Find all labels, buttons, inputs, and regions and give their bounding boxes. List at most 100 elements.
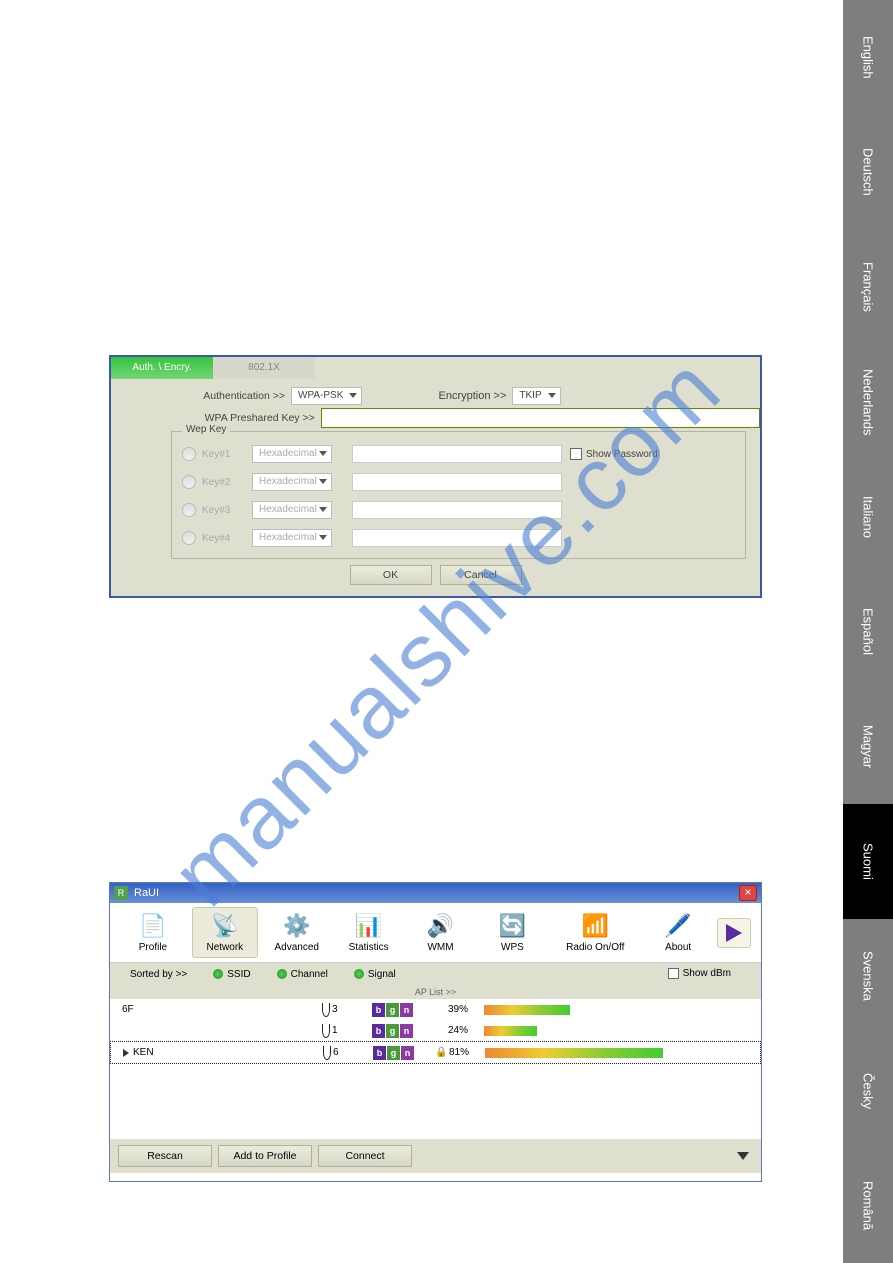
lang-tab-cesky[interactable]: Česky	[843, 1033, 893, 1148]
cancel-button[interactable]: Cancel	[440, 565, 522, 585]
close-icon[interactable]: ×	[739, 885, 757, 901]
b-badge: b	[372, 1003, 385, 1017]
g-badge: g	[386, 1003, 399, 1017]
expand-button[interactable]	[717, 918, 751, 948]
antenna-icon	[323, 1046, 331, 1060]
ap-row[interactable]: 6F 3 bgn 39%	[110, 999, 761, 1020]
encryption-label: Encryption >>	[422, 390, 512, 402]
wmm-icon: 🔊	[426, 912, 456, 940]
tb-wmm[interactable]: 🔊 WMM	[408, 908, 474, 957]
window-title: RaUI	[134, 887, 159, 899]
wep-key3-radio[interactable]	[182, 503, 196, 517]
chevron-down-icon	[548, 393, 556, 398]
raui-window: R RaUI × 📄 Profile 📡 Network ⚙️ Advanced…	[109, 882, 762, 1182]
chevron-down-icon	[319, 507, 327, 512]
footer-buttons: Rescan Add to Profile Connect	[110, 1139, 761, 1173]
ap-list: 6F 3 bgn 39% 1 bgn 24% KEN 6 bgn 🔒 81%	[110, 999, 761, 1139]
tb-advanced[interactable]: ⚙️ Advanced	[264, 908, 330, 957]
wep-key3-mode-dropdown[interactable]: Hexadecimal	[252, 501, 332, 519]
wep-key2-mode-dropdown[interactable]: Hexadecimal	[252, 473, 332, 491]
wep-key4-mode-dropdown[interactable]: Hexadecimal	[252, 529, 332, 547]
wep-key3-label: Key#3	[202, 505, 252, 516]
wep-key1-label: Key#1	[202, 449, 252, 460]
signal-pct: 81%	[449, 1047, 485, 1058]
wep-key3-input[interactable]	[352, 501, 562, 519]
wep-key4-radio[interactable]	[182, 531, 196, 545]
show-dbm-toggle[interactable]: Show dBm	[668, 968, 731, 979]
tb-statistics[interactable]: 📊 Statistics	[336, 908, 402, 957]
triangle-marker-icon	[123, 1049, 129, 1057]
tb-wps[interactable]: 🔄 WPS	[479, 908, 545, 957]
lang-tab-suomi[interactable]: Suomi	[843, 804, 893, 919]
titlebar: R RaUI ×	[110, 883, 761, 903]
wep-key2-input[interactable]	[352, 473, 562, 491]
lang-tab-nederlands[interactable]: Nederlands	[843, 344, 893, 459]
statistics-icon: 📊	[354, 912, 384, 940]
tb-network[interactable]: 📡 Network	[192, 907, 258, 958]
auth-row: Authentication >> WPA-PSK Encryption >> …	[111, 379, 760, 405]
lang-tab-espanol[interactable]: Español	[843, 574, 893, 689]
n-badge: n	[401, 1046, 414, 1060]
ap-ssid: 6F	[122, 1004, 134, 1015]
ap-ssid: KEN	[133, 1047, 154, 1058]
sort-signal[interactable]: Signal	[354, 969, 396, 980]
wep-key1-input[interactable]	[352, 445, 562, 463]
antenna-icon	[322, 1003, 330, 1017]
wep-key2-label: Key#2	[202, 477, 252, 488]
checkbox-icon	[570, 448, 582, 460]
lang-tab-english[interactable]: English	[843, 0, 893, 115]
lang-tab-deutsch[interactable]: Deutsch	[843, 115, 893, 230]
wep-key1-mode-dropdown[interactable]: Hexadecimal	[252, 445, 332, 463]
tb-about[interactable]: 🖊️ About	[645, 908, 711, 957]
lock-icon: 🔒	[435, 1047, 449, 1058]
g-badge: g	[386, 1024, 399, 1038]
advanced-icon: ⚙️	[282, 912, 312, 940]
profile-icon: 📄	[138, 912, 168, 940]
wep-key-row-1: Key#1 Hexadecimal Show Password	[182, 440, 735, 468]
chevron-down-icon	[319, 451, 327, 456]
wep-key2-radio[interactable]	[182, 475, 196, 489]
ap-row-selected[interactable]: KEN 6 bgn 🔒 81%	[110, 1041, 761, 1064]
lang-tab-francais[interactable]: Français	[843, 230, 893, 345]
wep-key-row-2: Key#2 Hexadecimal	[182, 468, 735, 496]
wep-key1-radio[interactable]	[182, 447, 196, 461]
tab-auth-encry[interactable]: Auth. \ Encry.	[111, 357, 213, 379]
n-badge: n	[400, 1003, 413, 1017]
wep-key4-input[interactable]	[352, 529, 562, 547]
expand-down-icon[interactable]	[737, 1152, 749, 1160]
lang-tab-romana[interactable]: Română	[843, 1148, 893, 1263]
signal-pct: 24%	[448, 1025, 484, 1036]
authentication-dropdown[interactable]: WPA-PSK	[291, 387, 362, 405]
tb-profile[interactable]: 📄 Profile	[120, 908, 186, 957]
wep-legend: Wep Key	[182, 424, 230, 435]
lang-tab-italiano[interactable]: Italiano	[843, 459, 893, 574]
encryption-dropdown[interactable]: TKIP	[512, 387, 560, 405]
b-badge: b	[372, 1024, 385, 1038]
sorted-by-label: Sorted by >>	[130, 969, 187, 980]
signal-bar	[484, 1005, 704, 1015]
sort-ssid[interactable]: SSID	[213, 969, 250, 980]
tabs: Auth. \ Encry. 802.1X	[111, 357, 760, 379]
tb-radio-onoff[interactable]: 📶 Radio On/Off	[551, 908, 639, 957]
lang-tab-svenska[interactable]: Svenska	[843, 919, 893, 1034]
show-password-toggle[interactable]: Show Password	[570, 448, 658, 460]
ap-row[interactable]: 1 bgn 24%	[110, 1020, 761, 1041]
rescan-button[interactable]: Rescan	[118, 1145, 212, 1167]
ok-button[interactable]: OK	[350, 565, 432, 585]
wps-icon: 🔄	[497, 912, 527, 940]
ok-cancel-row: OK Cancel	[111, 559, 760, 585]
sort-row: Sorted by >> SSID Channel Signal Show dB…	[110, 963, 761, 985]
connect-button[interactable]: Connect	[318, 1145, 412, 1167]
tab-8021x[interactable]: 802.1X	[213, 357, 315, 379]
wep-key-row-3: Key#3 Hexadecimal	[182, 496, 735, 524]
add-to-profile-button[interactable]: Add to Profile	[218, 1145, 312, 1167]
preshared-key-label: WPA Preshared Key >>	[171, 412, 321, 424]
auth-encryption-panel: Auth. \ Encry. 802.1X Authentication >> …	[109, 355, 762, 598]
lang-tab-magyar[interactable]: Magyar	[843, 689, 893, 804]
chevron-down-icon	[319, 535, 327, 540]
toolbar: 📄 Profile 📡 Network ⚙️ Advanced 📊 Statis…	[110, 903, 761, 963]
chevron-down-icon	[349, 393, 357, 398]
preshared-key-input[interactable]	[321, 408, 760, 428]
sort-channel[interactable]: Channel	[277, 969, 328, 980]
radio-dot-icon	[354, 969, 364, 979]
